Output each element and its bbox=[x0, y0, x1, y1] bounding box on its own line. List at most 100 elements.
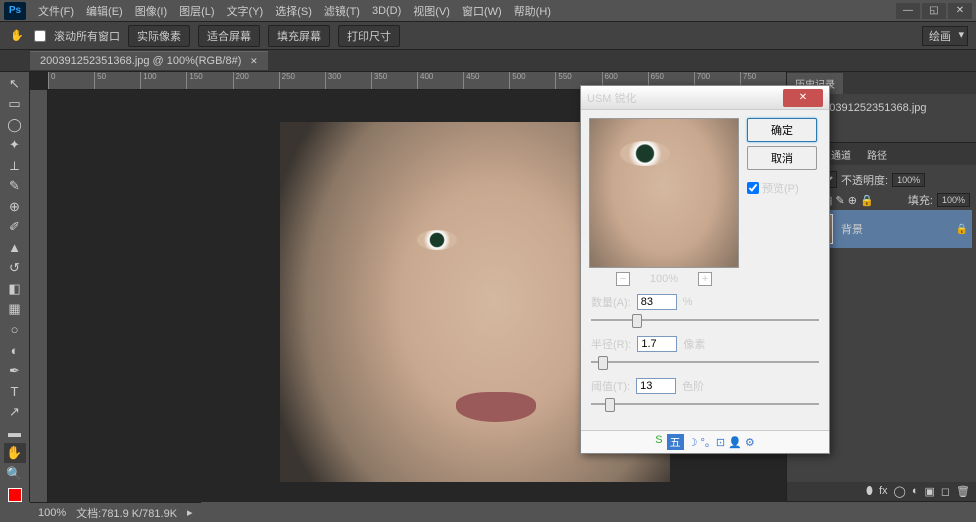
eyedropper-tool[interactable]: ✎ bbox=[4, 177, 26, 197]
fit-screen-button[interactable]: 适合屏幕 bbox=[198, 25, 260, 47]
preview-checkbox-row[interactable]: 预览(P) bbox=[747, 180, 817, 196]
scroll-all-checkbox[interactable] bbox=[34, 30, 46, 42]
menu-filter[interactable]: 滤镜(T) bbox=[318, 1, 366, 21]
lock-icon: 🔒 bbox=[956, 224, 968, 235]
ruler-vertical bbox=[30, 90, 48, 502]
hand-tool-icon: ✋ bbox=[8, 27, 26, 45]
doc-info: 文档:781.9 K/781.9K bbox=[76, 505, 177, 521]
dialog-title: USM 锐化 bbox=[587, 90, 637, 106]
ruler-tick: 250 bbox=[279, 72, 325, 90]
threshold-input[interactable] bbox=[636, 378, 676, 394]
minimize-button[interactable]: — bbox=[896, 3, 920, 19]
cancel-button[interactable]: 取消 bbox=[747, 146, 817, 170]
amount-label: 数量(A): bbox=[591, 294, 631, 310]
crop-tool[interactable]: ⟂ bbox=[4, 156, 26, 176]
doc-info-arrow[interactable]: ▸ bbox=[187, 506, 193, 519]
dialog-preview: − 100% + bbox=[589, 118, 739, 286]
folder-icon[interactable]: ▣ bbox=[924, 485, 934, 498]
menu-layer[interactable]: 图层(L) bbox=[173, 1, 220, 21]
close-button[interactable]: ✕ bbox=[948, 3, 972, 19]
trash-icon[interactable]: 🗑 bbox=[956, 485, 970, 498]
layer-name: 背景 bbox=[841, 221, 863, 237]
radius-slider[interactable] bbox=[591, 354, 819, 370]
preview-checkbox[interactable] bbox=[747, 182, 759, 194]
blur-tool[interactable]: ○ bbox=[4, 320, 26, 340]
menu-edit[interactable]: 编辑(E) bbox=[80, 1, 129, 21]
link-icon[interactable]: ⬮ bbox=[866, 485, 873, 498]
radius-unit: 像素 bbox=[683, 336, 705, 352]
new-layer-icon[interactable]: ◻ bbox=[941, 485, 950, 498]
menu-3d[interactable]: 3D(D) bbox=[366, 3, 407, 19]
dodge-tool[interactable]: ◐ bbox=[4, 341, 26, 361]
gradient-tool[interactable]: ▦ bbox=[4, 300, 26, 320]
adjustment-icon[interactable]: ◐ bbox=[912, 485, 919, 498]
move-tool[interactable]: ↖ bbox=[4, 74, 26, 94]
fill-label: 填充: bbox=[908, 192, 933, 208]
ime-mode[interactable]: 五 bbox=[667, 434, 684, 450]
healing-tool[interactable]: ⊕ bbox=[4, 197, 26, 217]
radius-input[interactable] bbox=[637, 336, 677, 352]
menu-view[interactable]: 视图(V) bbox=[407, 1, 456, 21]
menubar: Ps 文件(F) 编辑(E) 图像(I) 图层(L) 文字(Y) 选择(S) 滤… bbox=[0, 0, 976, 22]
opacity-value[interactable]: 100% bbox=[892, 173, 925, 187]
dialog-close-button[interactable]: ✕ bbox=[783, 89, 823, 107]
zoom-in-button[interactable]: + bbox=[698, 272, 712, 286]
amount-input[interactable] bbox=[637, 294, 677, 310]
threshold-slider[interactable] bbox=[591, 396, 819, 412]
print-size-button[interactable]: 打印尺寸 bbox=[338, 25, 400, 47]
scroll-all-label: 滚动所有窗口 bbox=[54, 28, 120, 44]
menu-type[interactable]: 文字(Y) bbox=[221, 1, 270, 21]
statusbar: 100% 文档:781.9 K/781.9K ▸ bbox=[30, 502, 201, 522]
fx-icon[interactable]: fx bbox=[879, 485, 888, 498]
ruler-tick: 100 bbox=[140, 72, 186, 90]
tab-close-icon[interactable]: ✕ bbox=[250, 56, 258, 66]
menu-window[interactable]: 窗口(W) bbox=[456, 1, 508, 21]
pen-tool[interactable]: ✒ bbox=[4, 361, 26, 381]
type-tool[interactable]: T bbox=[4, 382, 26, 402]
eraser-tool[interactable]: ◧ bbox=[4, 279, 26, 299]
menu-image[interactable]: 图像(I) bbox=[129, 1, 173, 21]
menu-select[interactable]: 选择(S) bbox=[269, 1, 318, 21]
ime-bar: S 五 ☽ °。⊡ 👤 ⚙ bbox=[581, 430, 829, 453]
zoom-level[interactable]: 100% bbox=[38, 507, 66, 519]
paths-tab[interactable]: 路径 bbox=[859, 144, 895, 165]
menu-file[interactable]: 文件(F) bbox=[32, 1, 80, 21]
document-tab-label: 200391252351368.jpg @ 100%(RGB/8#) bbox=[40, 55, 241, 67]
wand-tool[interactable]: ✦ bbox=[4, 136, 26, 156]
radius-label: 半径(R): bbox=[591, 336, 631, 352]
ruler-tick: 200 bbox=[233, 72, 279, 90]
zoom-out-button[interactable]: − bbox=[616, 272, 630, 286]
layers-footer: ⬮ fx ◯ ◐ ▣ ◻ 🗑 bbox=[787, 482, 976, 501]
ok-button[interactable]: 确定 bbox=[747, 118, 817, 142]
stamp-tool[interactable]: ▲ bbox=[4, 238, 26, 258]
shape-tool[interactable]: ▬ bbox=[4, 423, 26, 443]
foreground-color[interactable] bbox=[8, 488, 22, 502]
amount-slider[interactable] bbox=[591, 312, 819, 328]
menu-help[interactable]: 帮助(H) bbox=[508, 1, 557, 21]
marquee-tool[interactable]: ▭ bbox=[4, 95, 26, 115]
maximize-button[interactable]: ◱ bbox=[922, 3, 946, 19]
threshold-label: 阈值(T): bbox=[591, 378, 630, 394]
window-controls: — ◱ ✕ bbox=[896, 3, 972, 19]
dialog-titlebar[interactable]: USM 锐化 ✕ bbox=[581, 86, 829, 110]
path-tool[interactable]: ↗ bbox=[4, 402, 26, 422]
hand-tool[interactable]: ✋ bbox=[4, 443, 26, 463]
document-tabs: 200391252351368.jpg @ 100%(RGB/8#) ✕ bbox=[0, 50, 976, 72]
fill-screen-button[interactable]: 填充屏幕 bbox=[268, 25, 330, 47]
history-brush-tool[interactable]: ↺ bbox=[4, 259, 26, 279]
ruler-tick: 500 bbox=[509, 72, 555, 90]
ruler-tick: 150 bbox=[186, 72, 232, 90]
zoom-tool[interactable]: 🔍 bbox=[4, 464, 26, 484]
ruler-tick: 400 bbox=[417, 72, 463, 90]
toolbar: ↖ ▭ ◯ ✦ ⟂ ✎ ⊕ ✐ ▲ ↺ ◧ ▦ ○ ◐ ✒ T ↗ ▬ ✋ 🔍 bbox=[0, 72, 30, 502]
amount-unit: % bbox=[683, 296, 693, 308]
mask-icon[interactable]: ◯ bbox=[894, 485, 906, 498]
actual-pixels-button[interactable]: 实际像素 bbox=[128, 25, 190, 47]
fill-value[interactable]: 100% bbox=[937, 193, 970, 207]
lasso-tool[interactable]: ◯ bbox=[4, 115, 26, 135]
brush-tool[interactable]: ✐ bbox=[4, 218, 26, 238]
preview-image[interactable] bbox=[589, 118, 739, 268]
document-tab[interactable]: 200391252351368.jpg @ 100%(RGB/8#) ✕ bbox=[30, 51, 268, 70]
workspace-selector[interactable]: 绘画 bbox=[922, 26, 968, 46]
options-bar: ✋ 滚动所有窗口 实际像素 适合屏幕 填充屏幕 打印尺寸 绘画 bbox=[0, 22, 976, 50]
